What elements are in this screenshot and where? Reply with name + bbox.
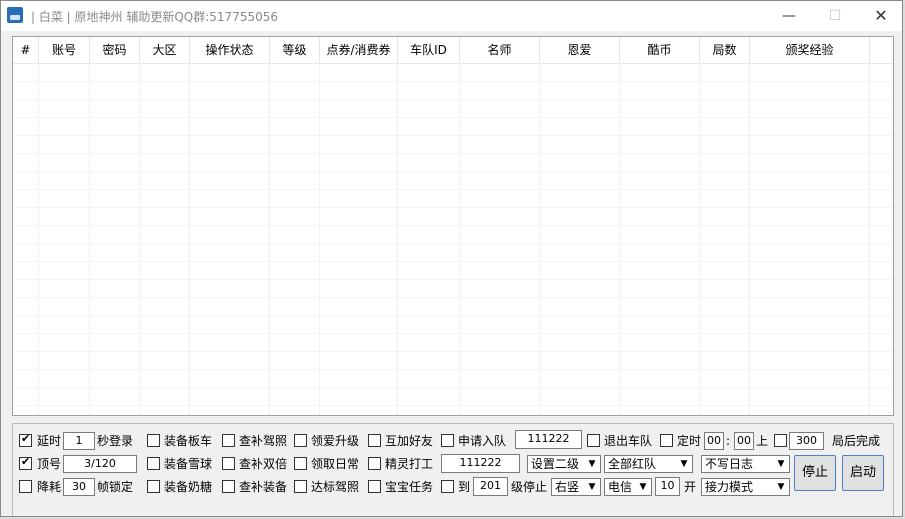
delay-input[interactable]: 1 <box>63 432 95 450</box>
account-table[interactable]: # 账号 密码 大区 操作状态 等级 点券/消费券 车队ID 名师 恩爱 酷币 … <box>12 36 894 416</box>
apply-team-checkbox[interactable] <box>441 434 454 447</box>
level-select[interactable]: 设置二级 ▼ <box>527 455 601 473</box>
direction-select-value: 右竖 <box>555 480 580 494</box>
log-select-value: 不写日志 <box>705 457 754 471</box>
check-equip-label: 查补装备 <box>239 480 288 494</box>
timer-separator: : <box>726 434 731 448</box>
col-region[interactable]: 大区 <box>140 37 190 63</box>
team-select-value: 全部红队 <box>608 457 657 471</box>
col-status[interactable]: 操作状态 <box>190 37 270 63</box>
team-id-input[interactable]: 111222 <box>515 430 582 449</box>
log-select[interactable]: 不写日志 ▼ <box>701 455 790 473</box>
title-bar: | 白菜 | 原地神州 辅助更新QQ群:517755056 — ☐ ✕ <box>1 1 902 31</box>
top-account-label: 顶号 <box>37 457 62 471</box>
add-friend-label: 互加好友 <box>385 434 434 448</box>
timer-minute-input[interactable]: 00 <box>734 432 754 450</box>
love-upgrade-label: 领爱升级 <box>311 434 360 448</box>
standard-license-checkbox[interactable] <box>294 480 307 493</box>
sprite-id-input[interactable]: 111222 <box>441 454 520 473</box>
delay-unit-label: 秒登录 <box>97 434 134 448</box>
equip-snowball-checkbox[interactable] <box>147 457 160 470</box>
mode-select-value: 接力模式 <box>705 480 754 494</box>
baby-task-checkbox[interactable] <box>368 480 381 493</box>
fps-input[interactable]: 30 <box>63 478 95 496</box>
level-stop-checkbox[interactable] <box>441 480 454 493</box>
isp-select[interactable]: 电信 ▼ <box>604 478 652 496</box>
reduce-checkbox[interactable] <box>19 480 32 493</box>
maximize-button[interactable]: ☐ <box>812 1 858 31</box>
quit-team-checkbox[interactable] <box>587 434 600 447</box>
start-button[interactable]: 启动 <box>842 455 884 491</box>
rounds-label: 局后完成 <box>832 434 881 448</box>
window-title: | 白菜 | 原地神州 辅助更新QQ群:517755056 <box>31 10 278 24</box>
equip-snowball-label: 装备雪球 <box>164 457 213 471</box>
baby-task-label: 宝宝任务 <box>385 480 434 494</box>
col-account[interactable]: 账号 <box>39 37 90 63</box>
col-password[interactable]: 密码 <box>90 37 140 63</box>
top-account-checkbox[interactable] <box>19 455 32 470</box>
col-award-exp[interactable]: 颁奖经验 <box>750 37 870 63</box>
quit-team-label: 退出车队 <box>604 434 653 448</box>
daily-checkbox[interactable] <box>294 457 307 470</box>
timer-checkbox[interactable] <box>660 434 673 447</box>
delay-checkbox[interactable] <box>19 432 32 447</box>
col-index[interactable]: # <box>13 37 39 63</box>
col-team-id[interactable]: 车队ID <box>398 37 460 63</box>
mode-select[interactable]: 接力模式 ▼ <box>701 478 790 496</box>
col-rounds[interactable]: 局数 <box>700 37 750 63</box>
col-coins[interactable]: 酷币 <box>620 37 700 63</box>
reduce-label: 降耗 <box>37 480 62 494</box>
open-count-input[interactable]: 10 <box>655 477 680 496</box>
timer-hour-input[interactable]: 00 <box>704 432 724 450</box>
level-select-value: 设置二级 <box>531 457 580 471</box>
equip-board-checkbox[interactable] <box>147 434 160 447</box>
chevron-down-icon: ▼ <box>777 459 785 469</box>
apply-team-label: 申请入队 <box>458 434 507 448</box>
standard-license-label: 达标驾照 <box>311 480 360 494</box>
stop-button[interactable]: 停止 <box>794 455 836 491</box>
top-account-input[interactable]: 3/120 <box>63 455 137 473</box>
add-friend-checkbox[interactable] <box>368 434 381 447</box>
col-mentor[interactable]: 名师 <box>460 37 540 63</box>
check-license-checkbox[interactable] <box>222 434 235 447</box>
chevron-down-icon: ▼ <box>588 459 596 469</box>
direction-select[interactable]: 右竖 ▼ <box>551 478 601 496</box>
equip-candy-label: 装备奶糖 <box>164 480 213 494</box>
to-label: 到 <box>458 480 471 494</box>
main-window: | 白菜 | 原地神州 辅助更新QQ群:517755056 — ☐ ✕ # 账号… <box>0 0 903 517</box>
timer-label: 定时 <box>677 434 702 448</box>
col-level[interactable]: 等级 <box>270 37 320 63</box>
chevron-down-icon: ▼ <box>777 482 785 492</box>
delay-label: 延时 <box>37 434 62 448</box>
level-stop-label: 级停止 <box>511 480 548 494</box>
check-equip-checkbox[interactable] <box>222 480 235 493</box>
chevron-down-icon: ▼ <box>639 482 647 492</box>
equip-board-label: 装备板车 <box>164 434 213 448</box>
chevron-down-icon: ▼ <box>588 482 596 492</box>
love-upgrade-checkbox[interactable] <box>294 434 307 447</box>
check-license-label: 查补驾照 <box>239 434 288 448</box>
chevron-down-icon: ▼ <box>680 459 688 469</box>
check-double-label: 查补双倍 <box>239 457 288 471</box>
table-header: # 账号 密码 大区 操作状态 等级 点券/消费券 车队ID 名师 恩爱 酷币 … <box>13 37 893 64</box>
open-label: 开 <box>684 480 697 494</box>
rounds-input[interactable]: 300 <box>789 432 824 450</box>
close-button[interactable]: ✕ <box>858 1 902 31</box>
col-love[interactable]: 恩爱 <box>540 37 620 63</box>
fps-label: 帧锁定 <box>97 480 134 494</box>
rounds-checkbox[interactable] <box>774 434 787 447</box>
check-double-checkbox[interactable] <box>222 457 235 470</box>
equip-candy-checkbox[interactable] <box>147 480 160 493</box>
timer-on-label: 上 <box>756 434 769 448</box>
daily-label: 领取日常 <box>311 457 360 471</box>
sprite-work-checkbox[interactable] <box>368 457 381 470</box>
app-icon <box>7 7 23 23</box>
sprite-work-label: 精灵打工 <box>385 457 434 471</box>
team-select[interactable]: 全部红队 ▼ <box>604 455 693 473</box>
control-panel: 延时 1 秒登录 装备板车 查补驾照 领爱升级 互加好友 申请入队 111222… <box>12 423 894 516</box>
isp-select-value: 电信 <box>608 480 633 494</box>
level-stop-input[interactable]: 201 <box>473 477 508 496</box>
col-coupons[interactable]: 点券/消费券 <box>320 37 398 63</box>
minimize-button[interactable]: — <box>766 1 812 31</box>
